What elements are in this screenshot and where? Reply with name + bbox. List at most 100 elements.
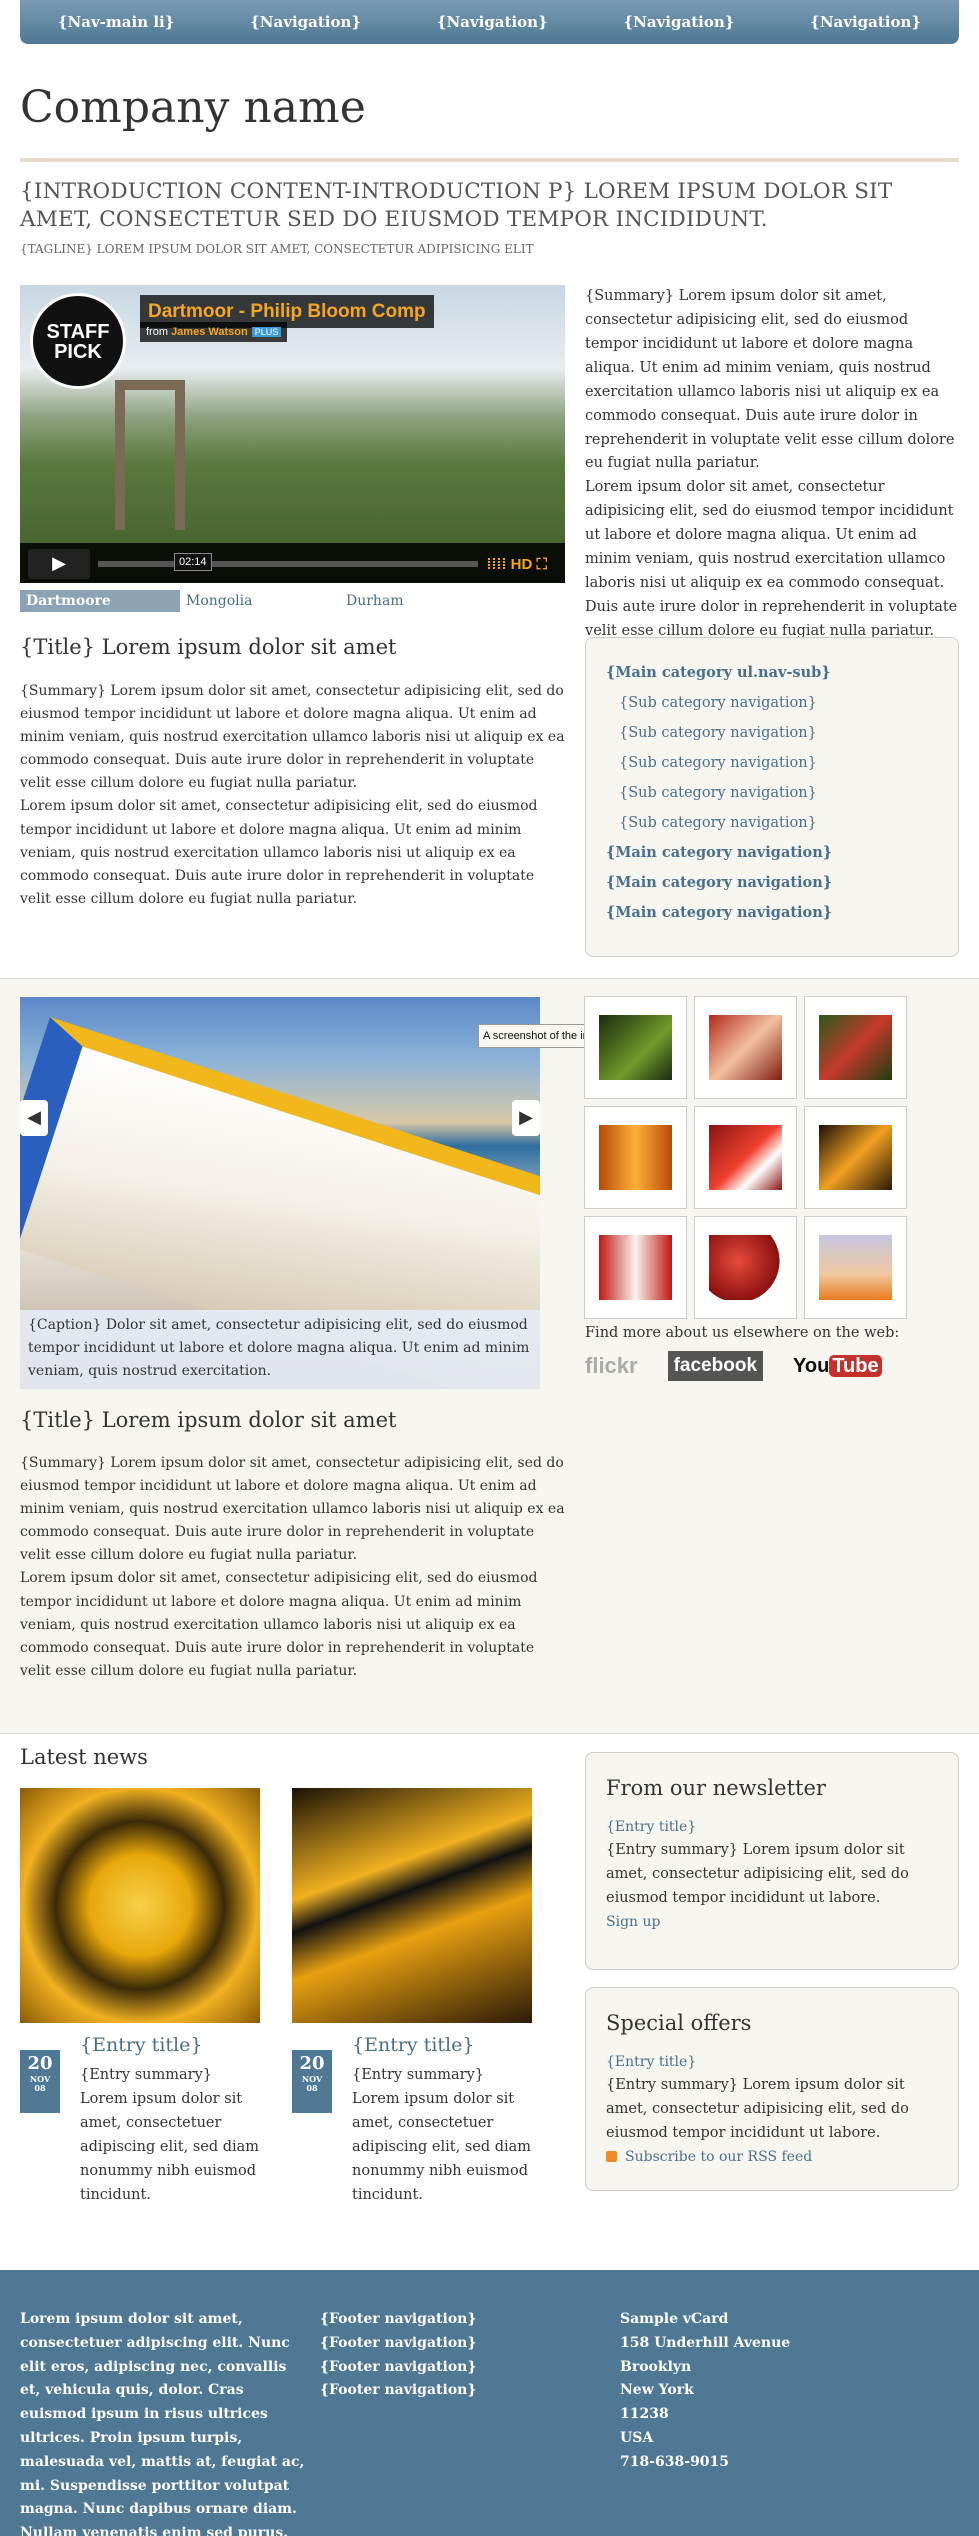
offers-heading: Special offers [606, 2011, 752, 2035]
progress-bar[interactable]: 02:14 [98, 553, 478, 571]
date-year: 08 [34, 2083, 46, 2094]
nav-item[interactable]: {Navigation} [624, 10, 735, 35]
nav-item[interactable]: {Navigation} [810, 10, 921, 35]
chevron-left-icon[interactable]: ◀ [20, 1100, 48, 1136]
staff-pick-badge: STAFF PICK [30, 293, 126, 389]
article-paragraph: Lorem ipsum dolor sit amet, consectetur … [20, 1570, 538, 1679]
signup-link[interactable]: Sign up [606, 1911, 938, 1934]
footer-nav: {Footer navigation} {Footer navigation} … [320, 2308, 570, 2403]
hd-toggle[interactable]: ⁞⁞⁞⁞ HD ⛶ [487, 553, 548, 578]
vcard-line: Brooklyn [620, 2358, 692, 2375]
nav-main-category[interactable]: {Main category navigation} [606, 838, 938, 868]
hd-label: HD [510, 556, 533, 573]
rss-link-label: Subscribe to our RSS feed [625, 2148, 813, 2165]
video-tab[interactable]: Mongolia [180, 590, 340, 612]
vcard-line: 11238 [620, 2406, 669, 2423]
category-nav: {Main category ul.nav-sub} {Sub category… [585, 637, 959, 957]
social-links: flickr facebook You Tube [585, 1348, 882, 1384]
nav-sub-category[interactable]: {Sub category navigation} [606, 688, 938, 718]
rss-icon [606, 2151, 617, 2162]
tagline: {TAGLINE} LOREM IPSUM DOLOR SIT AMET, CO… [20, 242, 534, 256]
thumbnail[interactable] [694, 996, 797, 1099]
news-image[interactable] [292, 1788, 532, 2023]
entry-summary: {Entry summary} Lorem ipsum dolor sit am… [606, 2076, 909, 2141]
company-name[interactable]: Company name [20, 72, 366, 145]
news-image[interactable] [20, 1788, 260, 2023]
rss-link[interactable]: Subscribe to our RSS feed [606, 2146, 938, 2169]
article-title[interactable]: {Title} Lorem ipsum dolor sit amet [20, 630, 396, 665]
entry-title[interactable]: {Entry title} [606, 1816, 938, 1839]
footer-nav-item[interactable]: {Footer navigation} [320, 2332, 570, 2356]
thumbnail[interactable] [584, 1216, 687, 1319]
special-offers-panel: Special offers {Entry title} {Entry summ… [585, 1987, 959, 2191]
nav-main-category[interactable]: {Main category ul.nav-sub} [606, 658, 938, 688]
article-paragraph: {Summary} Lorem ipsum dolor sit amet, co… [20, 1455, 565, 1564]
nav-sub-category[interactable]: {Sub category navigation} [606, 808, 938, 838]
video-tabs: Dartmoore Mongolia Durham [20, 590, 565, 612]
vcard-line: 718-638-9015 [620, 2453, 730, 2470]
newsletter-panel: From our newsletter {Entry title} {Entry… [585, 1752, 959, 1970]
date-year: 08 [306, 2083, 318, 2094]
thumbnail[interactable] [694, 1216, 797, 1319]
chevron-right-icon[interactable]: ▶ [512, 1100, 540, 1136]
introduction: {INTRODUCTION CONTENT-INTRODUCTION P} LO… [20, 179, 893, 232]
vcard-line: New York [620, 2382, 694, 2399]
youtube-logo[interactable]: You Tube [793, 1350, 882, 1383]
date-badge: 20 NOV 08 [20, 2050, 60, 2113]
video-player[interactable]: STAFF PICK Dartmoor - Philip Bloom Comp f… [20, 285, 565, 583]
entry-title[interactable]: {Entry title} [352, 2030, 474, 2061]
article-body: {Summary} Lorem ipsum dolor sit amet, co… [20, 680, 565, 911]
youtube-logo-tube: Tube [829, 1354, 882, 1377]
nav-main-category[interactable]: {Main category navigation} [606, 898, 938, 928]
video-author[interactable]: James Watson [171, 326, 248, 338]
footer-nav-item[interactable]: {Footer navigation} [320, 2356, 570, 2380]
video-byline: from James Watson PLUS [140, 322, 288, 343]
article-paragraph: Lorem ipsum dolor sit amet, consectetur … [20, 798, 538, 907]
vcard: Sample vCard 158 Underhill Avenue Brookl… [620, 2308, 920, 2475]
nav-item-main[interactable]: {Nav-main li} [58, 10, 174, 35]
video-tab[interactable]: Durham [340, 590, 500, 612]
flickr-logo[interactable]: flickr [585, 1348, 638, 1384]
byline-prefix: from [146, 326, 168, 338]
nav-sub-category[interactable]: {Sub category navigation} [606, 778, 938, 808]
article-paragraph: {Summary} Lorem ipsum dolor sit amet, co… [20, 683, 565, 792]
thumbnail[interactable] [804, 1106, 907, 1209]
entry-summary: {Entry summary} Lorem ipsum dolor sit am… [606, 1841, 909, 1906]
latest-news-heading: Latest news [20, 1745, 148, 1769]
article-body: {Summary} Lorem ipsum dolor sit amet, co… [20, 1452, 565, 1683]
nav-sub-category[interactable]: {Sub category navigation} [606, 748, 938, 778]
article-title[interactable]: {Title} Lorem ipsum dolor sit amet [20, 1403, 396, 1438]
vcard-line: 158 Underhill Avenue [620, 2334, 791, 2351]
nav-item[interactable]: {Navigation} [437, 10, 548, 35]
footer-nav-item[interactable]: {Footer navigation} [320, 2308, 570, 2332]
vcard-title: Sample vCard [620, 2311, 729, 2327]
time-readout: 02:14 [174, 553, 212, 571]
date-day: 20 [299, 2053, 325, 2074]
thumbnail[interactable] [584, 1106, 687, 1209]
entry-title[interactable]: {Entry title} [606, 2051, 938, 2074]
badge-text-bottom: PICK [54, 341, 102, 363]
entry-title[interactable]: {Entry title} [80, 2030, 202, 2061]
thumbnail[interactable] [694, 1106, 797, 1209]
nav-sub-category[interactable]: {Sub category navigation} [606, 718, 938, 748]
thumbnail[interactable] [584, 996, 687, 1099]
entry-summary: {Entry summary} Lorem ipsum dolor sit am… [80, 2067, 260, 2203]
thumbnail[interactable] [804, 996, 907, 1099]
summary-paragraph: Lorem ipsum dolor sit amet, consectetur … [585, 479, 958, 639]
facebook-logo[interactable]: facebook [667, 1351, 764, 1382]
date-day: 20 [27, 2053, 53, 2074]
plus-badge: PLUS [251, 327, 282, 337]
nav-main-category[interactable]: {Main category navigation} [606, 868, 938, 898]
vcard-line: USA [620, 2429, 654, 2446]
newsletter-heading: From our newsletter [606, 1776, 826, 1800]
video-controls: ▶ 02:14 ⁞⁞⁞⁞ HD ⛶ [20, 543, 565, 583]
entry-summary: {Entry summary} Lorem ipsum dolor sit am… [352, 2067, 532, 2203]
date-badge: 20 NOV 08 [292, 2050, 332, 2113]
thumbnail[interactable] [804, 1216, 907, 1319]
header-divider [20, 158, 959, 162]
play-icon[interactable]: ▶ [28, 549, 90, 579]
video-tab[interactable]: Dartmoore [20, 590, 180, 612]
footer: Lorem ipsum dolor sit amet, consectetuer… [0, 2270, 979, 2536]
footer-nav-item[interactable]: {Footer navigation} [320, 2379, 570, 2403]
nav-item[interactable]: {Navigation} [250, 10, 361, 35]
